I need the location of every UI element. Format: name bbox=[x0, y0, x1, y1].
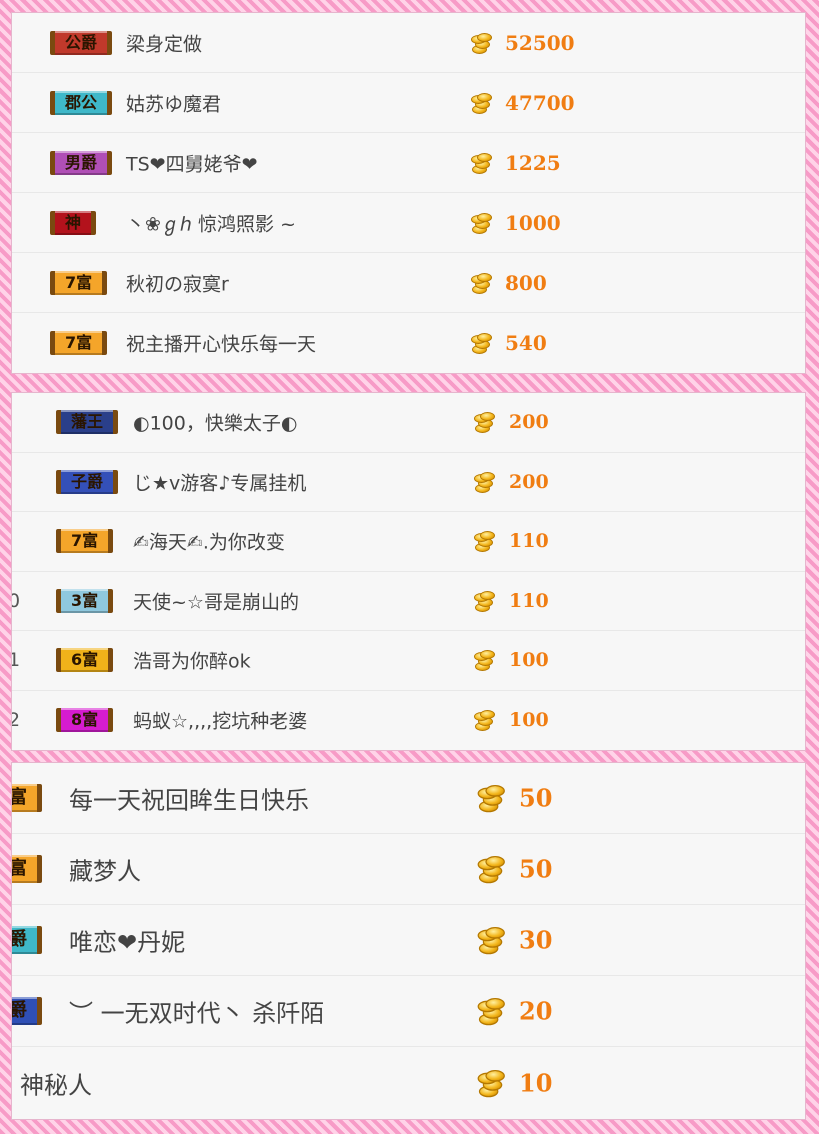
gift-amount: 100 bbox=[509, 649, 549, 672]
gold-coins-icon bbox=[472, 710, 495, 732]
user-nickname[interactable]: 蚂蚁☆,,,,挖坑种老婆 bbox=[133, 707, 307, 734]
user-level-badge: 3富 bbox=[56, 588, 114, 613]
ranking-section-2: 藩王 ◐100，快樂太子◐ 200 子爵 じ★v游客♪专属挂机 200 7富 ✍海天✍.为你改… bbox=[12, 393, 805, 750]
gift-amount: 20 bbox=[519, 996, 553, 1026]
gift-amount: 1225 bbox=[505, 150, 561, 175]
gift-amount: 110 bbox=[509, 589, 549, 612]
gold-coins-icon bbox=[472, 412, 495, 434]
user-level-badge: 富 bbox=[12, 784, 42, 812]
gift-rank-row[interactable]: 神 丶❀ℊℎ 惊鸿照影 ~ 1000 bbox=[12, 193, 805, 253]
ranking-section-3: 富每一天祝回眸生日快乐 50 富藏梦人 50 爵唯恋❤丹妮 30 爵 ︶ 一无双时代丶 杀阡陌… bbox=[12, 763, 805, 1119]
gold-coins-icon bbox=[469, 32, 492, 54]
gift-rank-row[interactable]: 郡公 姑苏ゆ魔君 47700 bbox=[12, 73, 805, 133]
user-level-badge: 爵 bbox=[12, 926, 42, 954]
rank-number: 0 bbox=[12, 589, 21, 612]
gift-amount: 1000 bbox=[505, 210, 561, 235]
gold-coins-icon bbox=[469, 92, 492, 114]
user-level-badge: 6富 bbox=[56, 648, 114, 673]
gift-amount: 50 bbox=[519, 854, 553, 884]
user-level-badge: 子爵 bbox=[56, 469, 119, 494]
gift-rank-row[interactable]: 公爵 梁身定做 52500 bbox=[12, 13, 805, 73]
gift-rank-row[interactable]: 爵 ︶ 一无双时代丶 杀阡陌 20 bbox=[12, 976, 805, 1047]
ranking-section-1: 公爵 梁身定做 52500 郡公 姑苏ゆ魔君 47700 男爵 TS❤四舅姥爷❤ 1225 神 丶❀… bbox=[12, 13, 805, 373]
user-nickname[interactable]: じ★v游客♪专属挂机 bbox=[133, 468, 306, 495]
user-nickname[interactable]: ︶ 一无双时代丶 杀阡陌 bbox=[69, 994, 324, 1029]
gold-coins-icon bbox=[469, 152, 492, 174]
gift-amount: 10 bbox=[519, 1068, 553, 1097]
gold-coins-icon bbox=[469, 272, 492, 294]
gift-rank-row[interactable]: 爵唯恋❤丹妮 30 bbox=[12, 905, 805, 976]
user-nickname[interactable]: 祝主播开心快乐每一天 bbox=[126, 330, 316, 357]
user-nickname[interactable]: 每一天祝回眸生日快乐 bbox=[69, 781, 309, 816]
gift-rank-row[interactable]: 7富 ✍海天✍.为你改变 110 bbox=[12, 512, 805, 572]
gift-rank-row[interactable]: 神秘人 10 bbox=[12, 1047, 805, 1118]
gift-rank-row[interactable]: 富每一天祝回眸生日快乐 50 bbox=[12, 763, 805, 834]
gift-amount: 47700 bbox=[505, 90, 575, 115]
gift-amount: 52500 bbox=[505, 30, 575, 55]
user-nickname[interactable]: 天使~☆哥是崩山的 bbox=[133, 587, 299, 614]
gift-rank-row[interactable]: 2 8富 蚂蚁☆,,,,挖坑种老婆 100 bbox=[12, 691, 805, 751]
gift-amount: 540 bbox=[505, 331, 547, 355]
user-nickname[interactable]: 浩哥为你醉ok bbox=[133, 647, 251, 674]
gift-amount: 110 bbox=[509, 530, 549, 553]
user-level-badge: 爵 bbox=[12, 997, 42, 1025]
gift-rank-row[interactable]: 7富 祝主播开心快乐每一天 540 bbox=[12, 313, 805, 373]
gold-coins-icon bbox=[469, 212, 492, 234]
gift-amount: 50 bbox=[519, 783, 553, 813]
gold-coins-icon bbox=[475, 998, 505, 1026]
gift-amount: 30 bbox=[519, 925, 553, 955]
gold-coins-icon bbox=[475, 856, 505, 884]
user-level-badge: 郡公 bbox=[50, 90, 113, 115]
user-nickname[interactable]: 唯恋❤丹妮 bbox=[69, 923, 185, 958]
user-nickname[interactable]: 秋初の寂寞r bbox=[126, 269, 229, 296]
gift-rank-row[interactable]: 藩王 ◐100，快樂太子◐ 200 bbox=[12, 393, 805, 453]
user-nickname[interactable]: ◐100，快樂太子◐ bbox=[133, 409, 297, 436]
gift-rank-row[interactable]: 男爵 TS❤四舅姥爷❤ 1225 bbox=[12, 133, 805, 193]
user-level-badge: 7富 bbox=[50, 331, 108, 355]
gift-amount: 800 bbox=[505, 270, 547, 295]
gold-coins-icon bbox=[472, 650, 495, 672]
gift-amount: 200 bbox=[509, 411, 549, 434]
user-nickname[interactable]: 藏梦人 bbox=[69, 852, 141, 887]
user-level-badge: 藩王 bbox=[56, 410, 119, 435]
gold-coins-icon bbox=[475, 927, 505, 955]
user-level-badge: 男爵 bbox=[50, 150, 113, 175]
rank-number: 1 bbox=[12, 649, 21, 672]
rank-number: 2 bbox=[12, 709, 21, 732]
gold-coins-icon bbox=[475, 785, 505, 813]
user-level-badge: 7富 bbox=[50, 270, 108, 295]
user-nickname[interactable]: TS❤四舅姥爷❤ bbox=[126, 149, 258, 176]
user-nickname[interactable]: 姑苏ゆ魔君 bbox=[126, 89, 221, 116]
gift-rank-row[interactable]: 1 6富 浩哥为你醉ok 100 bbox=[12, 631, 805, 691]
user-nickname[interactable]: ✍海天✍.为你改变 bbox=[133, 528, 285, 555]
gold-coins-icon bbox=[469, 333, 492, 354]
gold-coins-icon bbox=[475, 1069, 505, 1097]
user-level-badge: 8富 bbox=[56, 708, 114, 733]
gold-coins-icon bbox=[472, 531, 495, 553]
gold-coins-icon bbox=[472, 590, 495, 612]
gift-rank-row[interactable]: 富藏梦人 50 bbox=[12, 834, 805, 905]
user-nickname[interactable]: 神秘人 bbox=[20, 1065, 92, 1100]
user-level-badge: 公爵 bbox=[50, 30, 113, 55]
gift-amount: 100 bbox=[509, 709, 549, 732]
gift-rank-row[interactable]: 7富 秋初の寂寞r 800 bbox=[12, 253, 805, 313]
user-level-badge: 神 bbox=[50, 210, 97, 235]
user-level-badge: 富 bbox=[12, 855, 42, 883]
gift-amount: 200 bbox=[509, 470, 549, 493]
gold-coins-icon bbox=[472, 471, 495, 493]
gift-rank-row[interactable]: 0 3富 天使~☆哥是崩山的 110 bbox=[12, 572, 805, 631]
gift-rank-row[interactable]: 子爵 じ★v游客♪专属挂机 200 bbox=[12, 453, 805, 512]
user-nickname[interactable]: 丶❀ℊℎ 惊鸿照影 ~ bbox=[126, 209, 296, 236]
user-level-badge: 7富 bbox=[56, 529, 114, 554]
user-nickname[interactable]: 梁身定做 bbox=[126, 29, 202, 56]
